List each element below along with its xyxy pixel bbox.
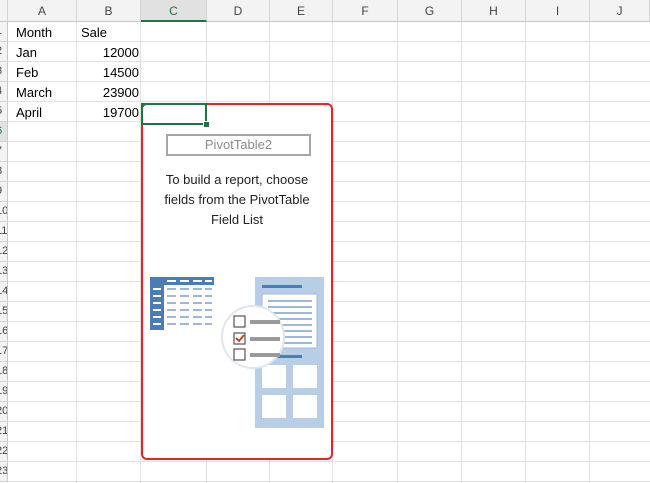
checkbox-list-icon <box>221 305 285 369</box>
fill-handle[interactable] <box>203 121 210 128</box>
spreadsheet: A B C D E F G H I J 12345678910111213141… <box>0 0 650 483</box>
field-list-icon <box>150 277 214 330</box>
pivot-illustration <box>150 277 324 428</box>
active-cell-selection[interactable] <box>141 103 207 125</box>
